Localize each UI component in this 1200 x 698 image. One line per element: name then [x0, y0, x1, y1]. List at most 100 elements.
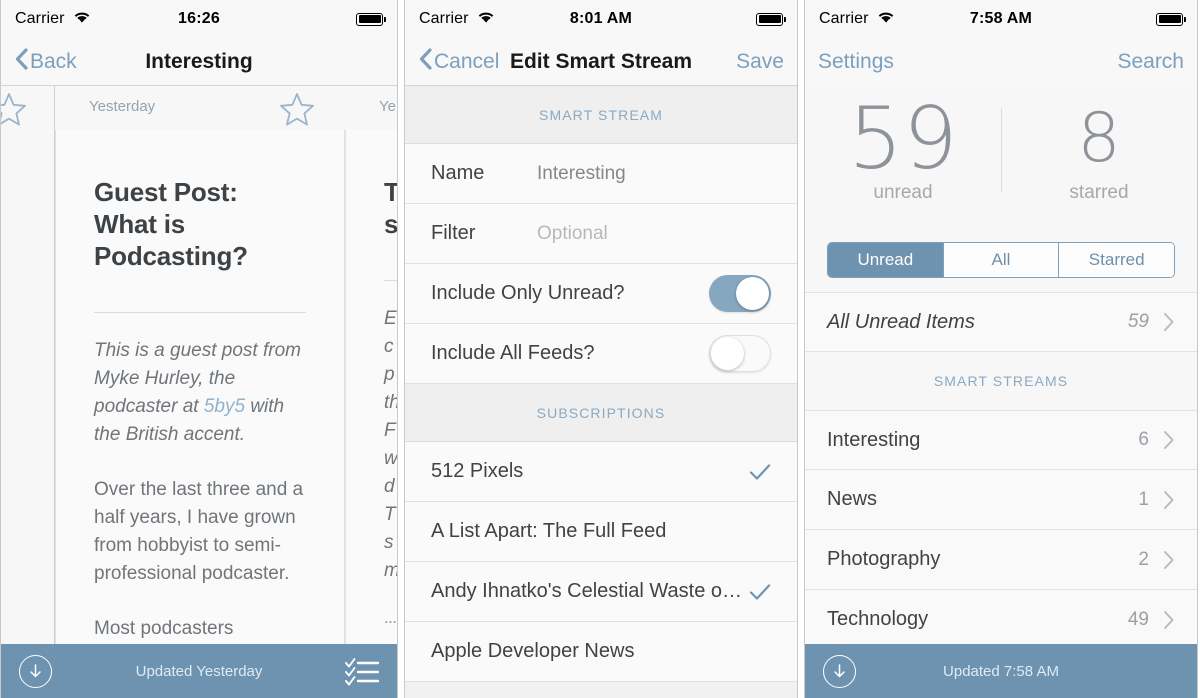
- list-item-count: 1: [1138, 488, 1149, 510]
- section-header-subscriptions: SUBSCRIPTIONS: [405, 384, 797, 442]
- list-item-label: Interesting: [827, 428, 921, 451]
- nav-bar-panel2: Cancel Edit Smart Stream Save: [405, 38, 797, 86]
- list-item-label: News: [827, 488, 878, 510]
- field-row-filter[interactable]: Filter Optional: [405, 204, 797, 264]
- toggle-row-include-only-unread[interactable]: Include Only Unread?: [405, 264, 797, 324]
- search-button[interactable]: Search: [1117, 50, 1184, 74]
- article-divider: [94, 312, 306, 313]
- settings-button-label: Settings: [818, 50, 894, 73]
- list-item-stream[interactable]: Photography 2: [805, 530, 1197, 590]
- field-row-name[interactable]: Name Interesting: [405, 144, 797, 204]
- subscription-row[interactable]: Andy Ihnatko's Celestial Waste o…: [405, 562, 797, 622]
- subscription-label: 512 Pixels: [431, 460, 524, 482]
- toolbar-status-label: Updated 7:58 AM: [943, 662, 1059, 680]
- status-bar-panel3: Carrier 7:58 AM: [805, 0, 1197, 38]
- star-outline-icon[interactable]: [1, 90, 29, 135]
- pager-date-label-next: Ye: [379, 98, 396, 115]
- article-lede-link[interactable]: 5by5: [204, 396, 245, 417]
- save-button[interactable]: Save: [736, 50, 784, 74]
- subscription-row[interactable]: A List Apart: The Full Feed: [405, 502, 797, 562]
- article-paragraph-1: Over the last three and a half years, I …: [94, 479, 304, 584]
- toolbar-panel3: Updated 7:58 AM: [805, 644, 1197, 698]
- subscription-row[interactable]: 512 Pixels: [405, 442, 797, 502]
- list-item-stream[interactable]: News 1: [805, 470, 1197, 530]
- counter-unread-value: 59: [848, 89, 958, 189]
- tab-starred[interactable]: Starred: [1059, 243, 1174, 277]
- list-item-label: Photography: [827, 548, 941, 570]
- article-lede: This is a guest post from Myke Hurley, t…: [94, 337, 306, 449]
- list-item-count: 59: [1127, 311, 1149, 332]
- wifi-icon: [72, 10, 92, 29]
- article-card[interactable]: Guest Post: What is Podcasting? This is …: [55, 130, 345, 698]
- download-arrow-icon[interactable]: [19, 654, 52, 688]
- pager-header-row: Yesterday Ye: [1, 86, 397, 130]
- counter-starred-label: starred: [1069, 182, 1129, 203]
- name-input[interactable]: Interesting: [537, 163, 626, 185]
- chevron-right-icon: [1163, 550, 1175, 570]
- toggle-knob: [736, 277, 769, 310]
- section-header-smart-stream: SMART STREAM: [405, 86, 797, 144]
- cancel-button[interactable]: Cancel: [418, 47, 499, 77]
- counter-summary: 59 unread 8 starred: [805, 86, 1197, 234]
- toggle-include-all-feeds[interactable]: [709, 335, 771, 372]
- subscription-label: Andy Ihnatko's Celestial Waste o…: [431, 580, 742, 602]
- toggle-row-include-all-feeds[interactable]: Include All Feeds?: [405, 324, 797, 384]
- section-header-smart-streams: SMART STREAMS: [805, 352, 1197, 410]
- tab-all[interactable]: All: [943, 243, 1060, 277]
- counter-unread[interactable]: 59 unread: [805, 92, 1001, 204]
- status-bar-right: [756, 12, 786, 26]
- battery-full-icon: [1156, 12, 1186, 26]
- status-bar-right: [1156, 12, 1186, 26]
- segmented-control-filter[interactable]: Unread All Starred: [827, 242, 1175, 278]
- subscription-row[interactable]: Apple Developer News: [405, 622, 797, 682]
- search-button-label: Search: [1117, 50, 1184, 73]
- status-bar-panel2: Carrier 8:01 AM: [405, 0, 797, 38]
- chevron-right-icon: [1163, 312, 1175, 332]
- article-card-carousel[interactable]: Guest Post: What is Podcasting? This is …: [55, 130, 397, 698]
- list-item-all-unread[interactable]: All Unread Items 59: [805, 292, 1197, 352]
- save-button-label: Save: [736, 49, 784, 73]
- three-phone-screenshots: Carrier 16:26 Back Interesting Yesterday…: [0, 0, 1200, 698]
- toolbar-panel1: Updated Yesterday: [1, 644, 397, 698]
- subscription-label: Apple Developer News: [431, 640, 635, 662]
- settings-button[interactable]: Settings: [818, 50, 894, 74]
- next-title-line2: s: [384, 209, 397, 239]
- list-item-count: 6: [1138, 429, 1149, 450]
- article-lede-next: EcpthFwdTsm: [384, 308, 397, 581]
- carrier-label: Carrier: [15, 10, 65, 27]
- checkmark-icon: [749, 583, 771, 601]
- article-title: Guest Post: What is Podcasting?: [94, 177, 248, 271]
- chevron-right-icon: [1163, 430, 1175, 450]
- status-bar-right: [356, 12, 386, 26]
- status-bar-left: Carrier: [819, 10, 896, 29]
- list-item-stream[interactable]: Technology 49: [805, 590, 1197, 650]
- battery-full-icon: [756, 12, 786, 26]
- filter-input[interactable]: Optional: [537, 223, 608, 245]
- star-outline-icon[interactable]: [277, 90, 317, 135]
- counter-starred[interactable]: 8 starred: [1001, 92, 1197, 204]
- wifi-icon: [476, 10, 496, 29]
- status-bar-left: Carrier: [419, 10, 496, 29]
- article-ellipsis-next: …: [384, 611, 397, 626]
- tab-unread[interactable]: Unread: [828, 243, 944, 277]
- battery-full-icon: [356, 12, 386, 26]
- article-card-next[interactable]: Ts EcpthFwdTsm …: [345, 130, 397, 698]
- status-bar-panel1: Carrier 16:26: [1, 0, 397, 38]
- download-arrow-icon[interactable]: [823, 654, 856, 688]
- toggle-label-include-all-feeds: Include All Feeds?: [431, 342, 595, 364]
- list-item-count: 2: [1138, 548, 1149, 570]
- chevron-left-icon: [14, 47, 28, 77]
- list-item-stream[interactable]: Interesting 6: [805, 410, 1197, 470]
- back-button[interactable]: Back: [14, 47, 77, 77]
- chevron-right-icon: [1163, 490, 1175, 510]
- carrier-label: Carrier: [819, 10, 869, 27]
- field-label-filter: Filter: [431, 222, 476, 244]
- nav-bar-panel1: Back Interesting: [1, 38, 397, 86]
- counter-starred-value: 8: [1077, 99, 1121, 178]
- edit-form-body: SMART STREAM Name Interesting Filter Opt…: [405, 86, 797, 698]
- list-item-count: 49: [1127, 608, 1149, 630]
- checklist-icon[interactable]: [345, 656, 379, 686]
- phone-screen-edit-smart-stream: Carrier 8:01 AM Cancel Edit Smart Stream…: [404, 0, 798, 698]
- toggle-include-only-unread[interactable]: [709, 275, 771, 312]
